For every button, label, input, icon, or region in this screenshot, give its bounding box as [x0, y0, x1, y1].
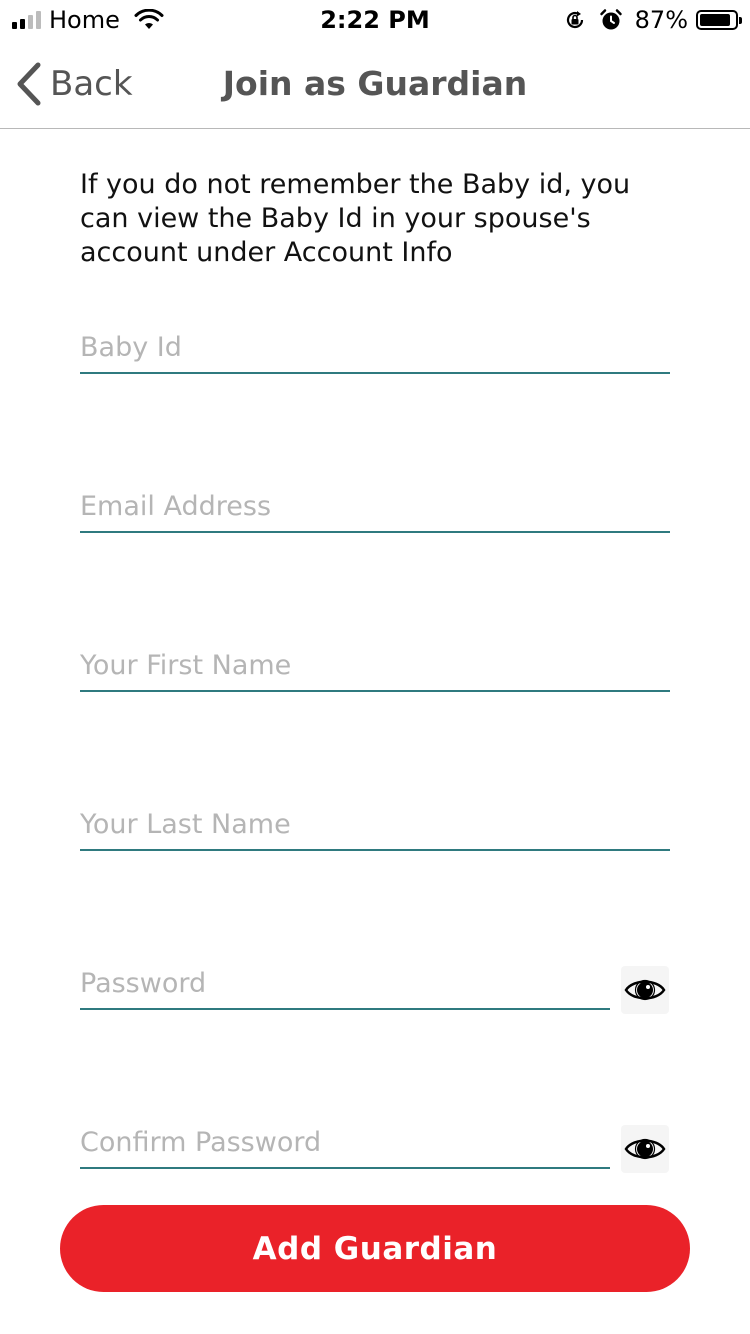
confirm-password-field: [80, 1117, 610, 1169]
show-confirm-password-button[interactable]: [621, 1125, 669, 1173]
battery-icon: [696, 10, 742, 30]
email-field: [80, 481, 670, 533]
eye-icon: [624, 1138, 666, 1160]
alarm-icon: [599, 9, 622, 30]
page-title: Join as Guardian: [222, 64, 528, 103]
add-guardian-button[interactable]: Add Guardian: [60, 1205, 690, 1292]
orientation-lock-icon: [566, 11, 583, 29]
navigation-bar: Back Join as Guardian: [0, 40, 750, 129]
last-name-field: [80, 799, 670, 851]
email-input[interactable]: [80, 481, 670, 531]
password-field: [80, 958, 610, 1010]
first-name-input[interactable]: [80, 640, 670, 690]
battery-percent: 87%: [634, 6, 688, 34]
first-name-field: [80, 640, 670, 692]
baby-id-hint: If you do not remember the Baby id, you …: [80, 169, 631, 268]
baby-id-input[interactable]: [80, 322, 670, 372]
password-input[interactable]: [80, 958, 610, 1008]
eye-icon: [624, 979, 666, 1001]
show-password-button[interactable]: [621, 966, 669, 1014]
last-name-input[interactable]: [80, 799, 670, 849]
confirm-password-input[interactable]: [80, 1117, 610, 1167]
status-bar: Home 2:22 PM 87%: [0, 0, 750, 40]
baby-id-field: [80, 322, 670, 374]
status-right: 87%: [551, 4, 742, 36]
screen: Home 2:22 PM 87% Back Join as Guardian I…: [0, 0, 750, 1334]
